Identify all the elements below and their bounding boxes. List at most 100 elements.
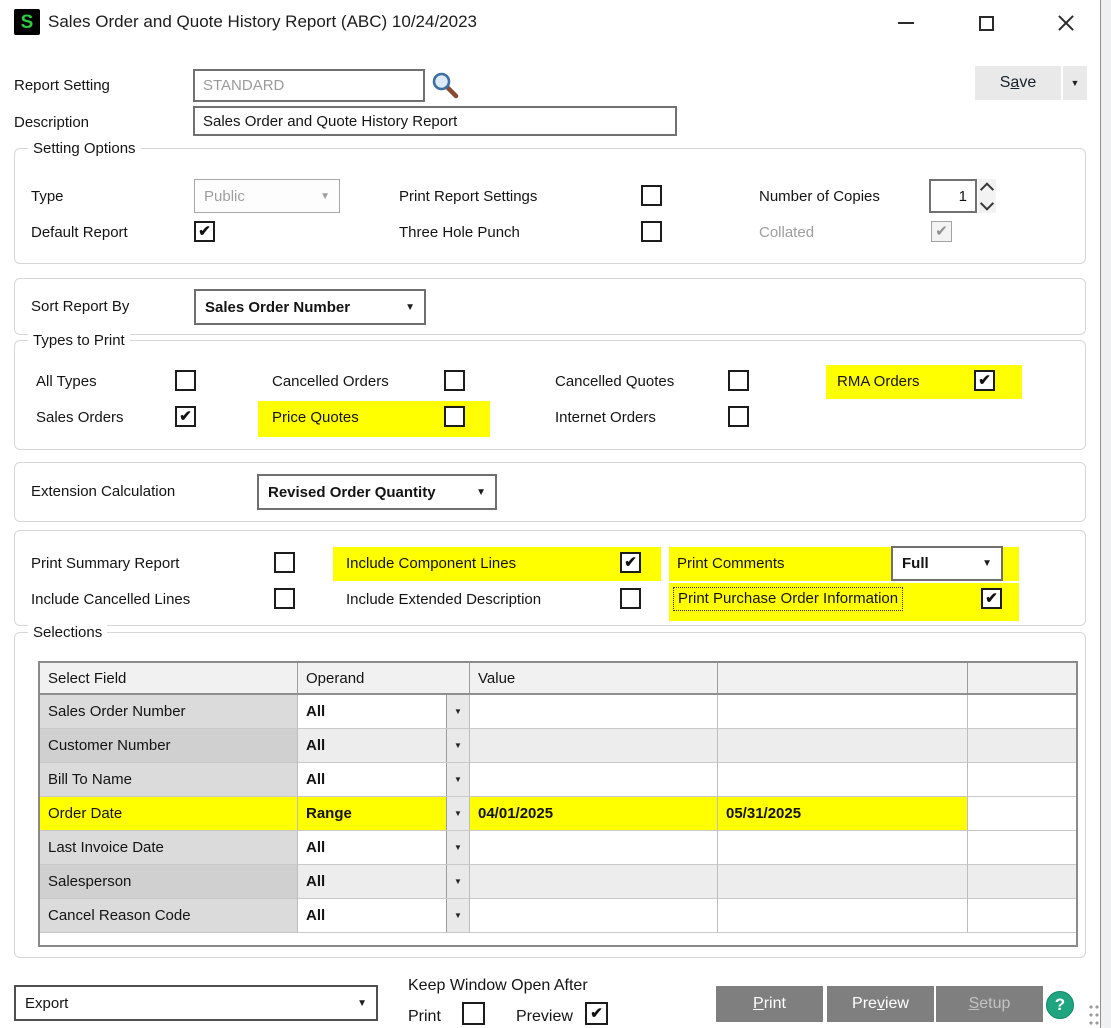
- include-component-lines-checkbox[interactable]: ✔: [620, 552, 641, 573]
- report-setting-field[interactable]: STANDARD: [193, 69, 425, 102]
- keep-open-print-checkbox[interactable]: ✔: [462, 1002, 485, 1025]
- types-to-print-group: Types to Print All Types ✔ Cancelled Ord…: [14, 340, 1086, 450]
- cell-value2[interactable]: [718, 865, 968, 899]
- cell-value2[interactable]: [718, 831, 968, 865]
- operand-dropdown-button[interactable]: ▼: [446, 865, 469, 898]
- lookup-button[interactable]: [430, 71, 460, 105]
- cell-blank: [968, 763, 1076, 797]
- rma-orders-checkbox[interactable]: ✔: [974, 370, 995, 391]
- chevron-down-icon: ▼: [312, 191, 330, 202]
- selections-group: Selections Select Field Operand Value Sa…: [14, 632, 1086, 958]
- cancelled-quotes-checkbox[interactable]: ✔: [728, 370, 749, 391]
- chevron-down-icon: ▼: [454, 843, 462, 852]
- report-dialog-window: S Sales Order and Quote History Report (…: [0, 0, 1100, 1028]
- table-row[interactable]: Customer Number All▼: [40, 729, 1076, 763]
- price-quotes-label: Price Quotes: [272, 408, 359, 428]
- cancelled-orders-checkbox[interactable]: ✔: [444, 370, 465, 391]
- save-label: S: [1000, 74, 1011, 91]
- cell-field: Last Invoice Date: [40, 831, 298, 865]
- chevron-down-icon: ▼: [397, 302, 415, 313]
- chevron-down-icon: [980, 196, 994, 210]
- column-header-blank1: [718, 663, 968, 693]
- selections-grid: Select Field Operand Value Sales Order N…: [38, 661, 1078, 947]
- collated-checkbox: ✔: [931, 221, 952, 242]
- maximize-button[interactable]: [964, 8, 1008, 38]
- table-row[interactable]: Last Invoice Date All▼: [40, 831, 1076, 865]
- cell-value2[interactable]: [718, 763, 968, 797]
- number-of-copies-field[interactable]: 1: [929, 179, 977, 213]
- close-button[interactable]: [1044, 8, 1088, 38]
- chevron-down-icon: ▼: [454, 877, 462, 886]
- cell-operand: All▼: [298, 899, 470, 933]
- collated-label: Collated: [759, 223, 814, 243]
- save-dropdown-button[interactable]: ▼: [1063, 66, 1087, 100]
- operand-dropdown-button[interactable]: ▼: [446, 695, 469, 728]
- include-cancelled-lines-checkbox[interactable]: ✔: [274, 588, 295, 609]
- cell-operand: All▼: [298, 831, 470, 865]
- cell-value1[interactable]: 04/01/2025: [470, 797, 718, 831]
- include-extended-description-checkbox[interactable]: ✔: [620, 588, 641, 609]
- operand-dropdown-button[interactable]: ▼: [446, 831, 469, 864]
- table-row[interactable]: Bill To Name All▼: [40, 763, 1076, 797]
- chevron-down-icon: ▼: [1071, 78, 1080, 88]
- cell-value1[interactable]: [470, 763, 718, 797]
- cell-value1[interactable]: [470, 899, 718, 933]
- cell-value1[interactable]: [470, 865, 718, 899]
- chevron-up-icon: [980, 182, 994, 196]
- print-purchase-order-information-label: Print Purchase Order Information: [673, 587, 903, 611]
- grid-header: Select Field Operand Value: [40, 663, 1076, 695]
- print-button[interactable]: Print: [716, 986, 823, 1022]
- cell-blank: [968, 695, 1076, 729]
- sales-orders-checkbox[interactable]: ✔: [175, 406, 196, 427]
- window-right-edge: [1100, 0, 1111, 1028]
- operand-dropdown-button[interactable]: ▼: [446, 729, 469, 762]
- all-types-checkbox[interactable]: ✔: [175, 370, 196, 391]
- table-row[interactable]: Cancel Reason Code All▼: [40, 899, 1076, 933]
- resize-grip[interactable]: [1089, 1004, 1099, 1026]
- export-select[interactable]: Export ▼: [14, 985, 378, 1021]
- description-field[interactable]: Sales Order and Quote History Report: [193, 106, 677, 136]
- default-report-checkbox[interactable]: ✔: [194, 221, 215, 242]
- operand-dropdown-button[interactable]: ▼: [446, 797, 469, 830]
- print-summary-report-checkbox[interactable]: ✔: [274, 552, 295, 573]
- print-report-settings-checkbox[interactable]: ✔: [641, 185, 662, 206]
- preview-button[interactable]: Preview: [825, 986, 934, 1022]
- cell-value1[interactable]: [470, 831, 718, 865]
- internet-orders-checkbox[interactable]: ✔: [728, 406, 749, 427]
- cell-value2[interactable]: [718, 729, 968, 763]
- chevron-down-icon: ▼: [454, 707, 462, 716]
- type-label: Type: [31, 187, 64, 207]
- number-of-copies-label: Number of Copies: [759, 187, 880, 207]
- operand-dropdown-button[interactable]: ▼: [446, 899, 469, 932]
- check-icon: ✔: [198, 224, 211, 239]
- print-report-settings-label: Print Report Settings: [399, 187, 537, 207]
- copies-spinner[interactable]: [978, 179, 996, 213]
- cell-value1[interactable]: [470, 695, 718, 729]
- help-button[interactable]: ?: [1046, 991, 1074, 1019]
- cell-value2[interactable]: 05/31/2025: [718, 797, 968, 831]
- save-button[interactable]: Save: [975, 66, 1061, 100]
- table-row-order-date[interactable]: Order Date Range▼ 04/01/2025 05/31/2025: [40, 797, 1076, 831]
- operand-dropdown-button[interactable]: ▼: [446, 763, 469, 796]
- spinner-up-button[interactable]: [978, 179, 996, 196]
- cell-value2[interactable]: [718, 695, 968, 729]
- three-hole-punch-label: Three Hole Punch: [399, 223, 520, 243]
- include-cancelled-lines-label: Include Cancelled Lines: [31, 590, 190, 610]
- print-options-group: Print Summary Report ✔ Include Component…: [14, 530, 1086, 626]
- print-purchase-order-information-checkbox[interactable]: ✔: [981, 588, 1002, 609]
- three-hole-punch-checkbox[interactable]: ✔: [641, 221, 662, 242]
- minimize-button[interactable]: [884, 8, 928, 38]
- spinner-down-button[interactable]: [978, 196, 996, 213]
- keep-open-preview-checkbox[interactable]: ✔: [585, 1002, 608, 1025]
- app-icon-letter: S: [21, 13, 34, 32]
- price-quotes-checkbox[interactable]: ✔: [444, 406, 465, 427]
- print-comments-select[interactable]: Full ▼: [891, 546, 1003, 581]
- table-row[interactable]: Sales Order Number All▼: [40, 695, 1076, 729]
- sales-orders-label: Sales Orders: [36, 408, 124, 428]
- column-header-value: Value: [470, 663, 718, 693]
- extension-calculation-select[interactable]: Revised Order Quantity ▼: [257, 474, 497, 510]
- cell-value1[interactable]: [470, 729, 718, 763]
- cell-value2[interactable]: [718, 899, 968, 933]
- sort-report-by-select[interactable]: Sales Order Number ▼: [194, 289, 426, 325]
- table-row[interactable]: Salesperson All▼: [40, 865, 1076, 899]
